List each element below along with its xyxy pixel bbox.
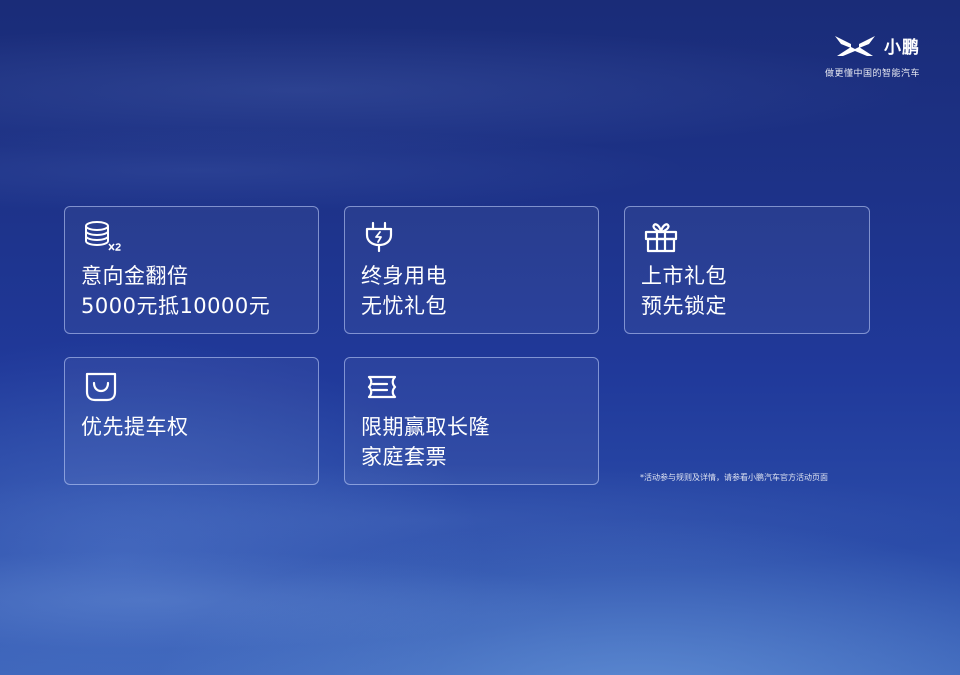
coins-x2-icon bbox=[83, 220, 123, 254]
benefit-card-deposit: 意向金翻倍 5000元抵10000元 bbox=[64, 206, 319, 334]
xpeng-x-logo-icon bbox=[834, 35, 876, 57]
benefit-card-text: 终身用电 无忧礼包 bbox=[361, 261, 447, 321]
benefit-card-text: 上市礼包 预先锁定 bbox=[641, 261, 727, 321]
background-light-streaks bbox=[0, 0, 960, 675]
benefit-card-text: 限期赢取长隆 家庭套票 bbox=[361, 412, 490, 472]
benefit-title: 上市礼包 bbox=[641, 264, 727, 288]
shopping-bag-icon bbox=[83, 371, 123, 405]
benefit-card-text: 优先提车权 bbox=[81, 412, 189, 442]
benefit-title: 优先提车权 bbox=[81, 415, 189, 439]
brand-logo-row: 小鹏 bbox=[800, 33, 920, 58]
benefit-subtitle: 预先锁定 bbox=[641, 294, 727, 318]
benefit-card-text: 意向金翻倍 5000元抵10000元 bbox=[81, 261, 270, 321]
brand-slogan: 做更懂中国的智能汽车 bbox=[824, 69, 920, 79]
brand-logo: 小鹏 做更懂中国的智能汽车 bbox=[800, 33, 920, 79]
charging-plug-icon bbox=[363, 220, 403, 254]
ticket-icon bbox=[363, 371, 403, 405]
benefit-title: 意向金翻倍 bbox=[81, 264, 189, 288]
terms-footnote: *活动参与规则及详情，请参看小鹏汽车官方活动页面 bbox=[640, 473, 828, 482]
benefit-card-charging: 终身用电 无忧礼包 bbox=[344, 206, 599, 334]
benefit-card-launch-gift: 上市礼包 预先锁定 bbox=[624, 206, 870, 334]
benefit-title: 终身用电 bbox=[361, 264, 447, 288]
benefit-card-priority-delivery: 优先提车权 bbox=[64, 357, 319, 485]
benefit-subtitle: 5000元抵10000元 bbox=[81, 294, 271, 318]
gift-box-icon bbox=[643, 220, 683, 254]
benefit-card-chimelong-tickets: 限期赢取长隆 家庭套票 bbox=[344, 357, 599, 485]
benefit-title: 限期赢取长隆 bbox=[361, 415, 490, 439]
benefit-subtitle: 无忧礼包 bbox=[361, 294, 447, 318]
benefit-subtitle: 家庭套票 bbox=[361, 445, 447, 469]
brand-name: 小鹏 bbox=[884, 38, 920, 58]
